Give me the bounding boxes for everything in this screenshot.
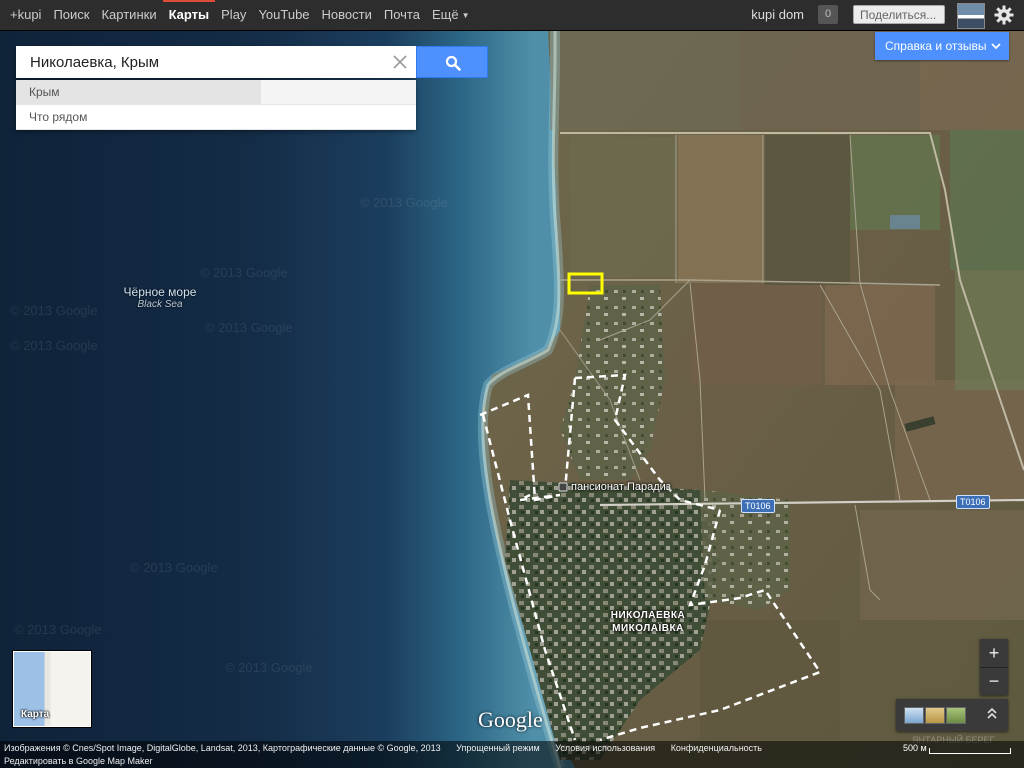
suggestion-item[interactable]: Крым [16,80,416,105]
sea-label: Чёрное море Black Sea [110,285,210,310]
suggestion-item[interactable]: Что рядом [16,105,416,130]
imagery-watermark: © 2013 Google [360,195,448,210]
imagery-thumb[interactable] [946,707,966,724]
google-bar-links: +kupi Поиск Картинки Карты Play YouTube … [0,0,476,30]
gbar-link-mail[interactable]: Почта [378,0,426,30]
imagery-watermark: © 2013 Google [130,560,218,575]
zoom-out-button[interactable]: − [980,667,1008,695]
attribution-text: Изображения © Cnes/Spot Image, DigitalGl… [4,743,441,753]
map-footer: Изображения © Cnes/Spot Image, DigitalGl… [0,741,1024,768]
road-shield: T0106 [956,495,990,509]
footer-row: Изображения © Cnes/Spot Image, DigitalGl… [4,743,775,753]
gbar-link-youtube[interactable]: YouTube [252,0,315,30]
gbar-link-more[interactable]: Ещё ▼ [426,0,476,30]
imagery-watermark: © 2013 Google [10,338,98,353]
close-icon[interactable] [392,54,408,70]
town-label-ru: НИКОЛАЕВКА [610,610,686,621]
gbar-link-news[interactable]: Новости [316,0,378,30]
search-icon [445,55,461,71]
imagery-thumb[interactable] [925,707,945,724]
notifications-count[interactable]: 0 [818,5,838,24]
poi-label[interactable]: пансионат Парадиз [571,481,671,493]
zoom-control: + − [980,639,1008,695]
imagery-strip [896,699,1008,731]
gbar-link-maps[interactable]: Карты [162,0,216,30]
lodging-poi-icon [558,482,568,492]
gbar-link-more-label: Ещё [431,7,459,22]
town-label[interactable]: НИКОЛАЕВКА МИКОЛАЇВКА [590,609,706,635]
caret-down-icon: ▼ [461,10,470,20]
map-layer-label: Карта [21,709,50,720]
mapmaker-link[interactable]: Редактировать в Google Map Maker [4,756,153,766]
lite-mode-link[interactable]: Упрощенный режим [456,743,540,753]
sea-label-ru: Чёрное море [123,285,197,299]
gbar-link-play[interactable]: Play [215,0,252,30]
google-logo: Google [478,707,543,732]
terms-link[interactable]: Условия использования [555,743,655,753]
gbar-link-images[interactable]: Картинки [95,0,162,30]
scale-label: 500 м [903,743,927,753]
gear-icon[interactable] [993,4,1015,26]
search-suggestions: Крым Что рядом [16,80,416,130]
imagery-thumb[interactable] [904,707,924,724]
imagery-watermark: © 2013 Google [14,622,102,637]
imagery-watermark: © 2013 Google [205,320,293,335]
user-name-link[interactable]: kupi dom [751,0,804,30]
gbar-link-search[interactable]: Поиск [47,0,95,30]
search-box [16,46,416,78]
google-bar: +kupi Поиск Картинки Карты Play YouTube … [0,0,1024,31]
gbar-link-plus[interactable]: +kupi [0,0,47,30]
sea-label-en: Black Sea [137,299,183,310]
help-feedback-label: Справка и отзывы [885,39,987,53]
imagery-watermark: © 2013 Google [200,265,288,280]
zoom-in-button[interactable]: + [980,639,1008,668]
share-box[interactable]: Поделиться... [853,5,945,24]
search-button[interactable] [416,46,488,78]
imagery-watermark: © 2013 Google [10,303,98,318]
town-label-ua: МИКОЛАЇВКА [612,623,684,634]
search-input[interactable] [16,46,386,78]
expand-up-icon[interactable] [986,706,998,722]
imagery-watermark: © 2013 Google [225,660,313,675]
scale-bar [929,748,1011,754]
map-layer-toggle[interactable]: Карта [13,651,91,727]
avatar[interactable] [957,3,985,29]
chevron-down-icon [991,43,1001,50]
help-feedback-button[interactable]: Справка и отзывы [875,32,1009,60]
road-shield: T0106 [741,499,775,513]
privacy-link[interactable]: Конфиденциальность [671,743,762,753]
